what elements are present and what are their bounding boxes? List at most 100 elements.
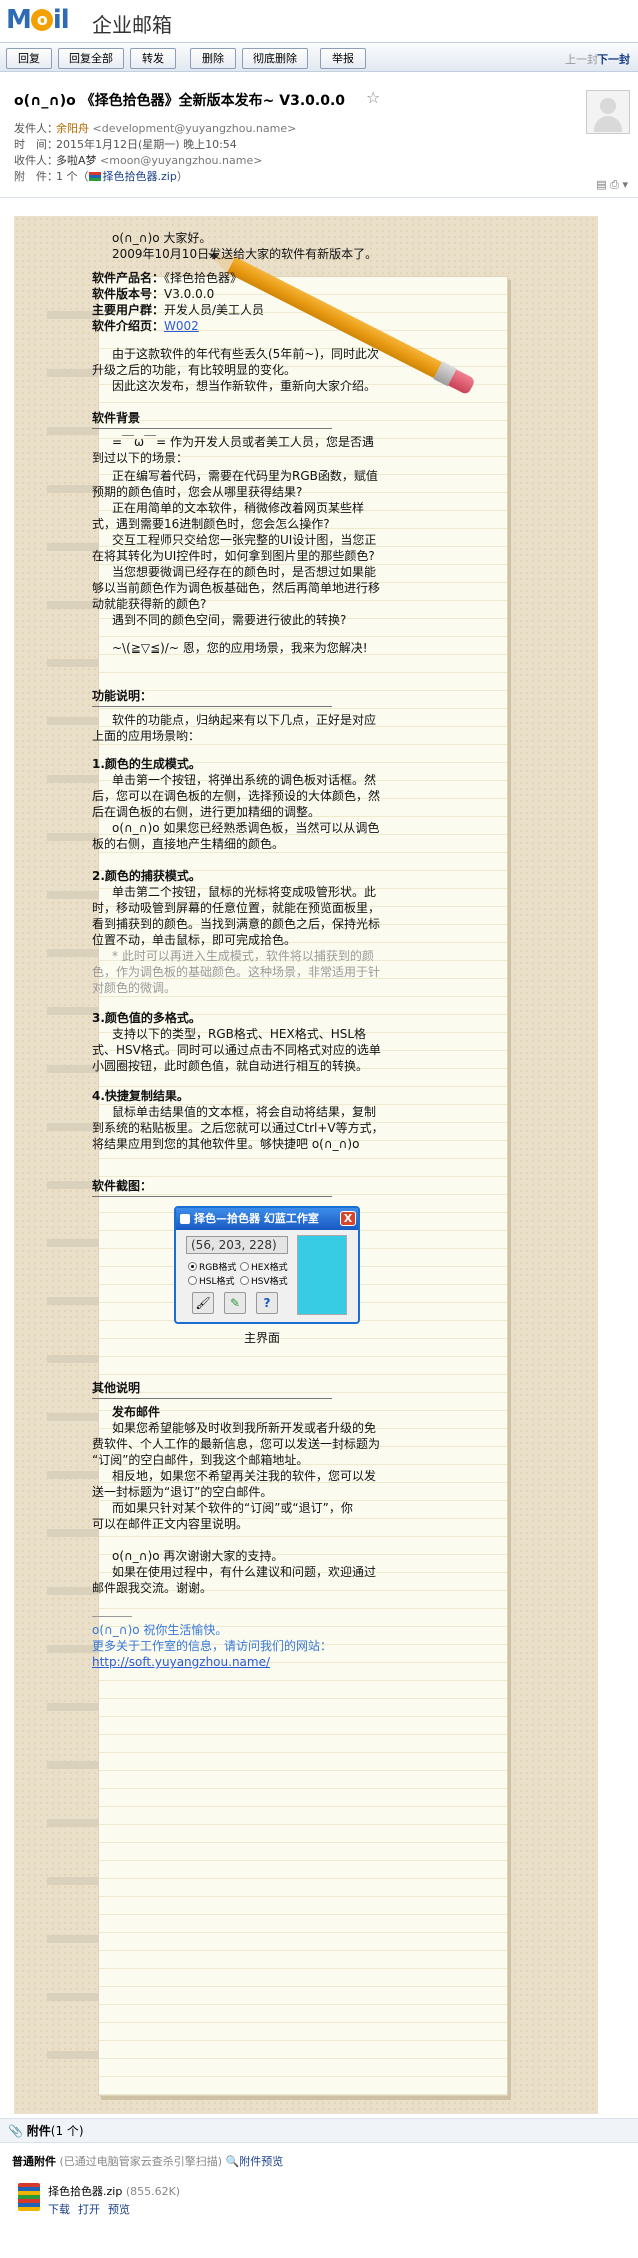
app-screenshot: 择色—拾色器 幻蓝工作室 X (56, 203, 228) RGB格式 HEX格… xyxy=(174,1206,360,1324)
from-row: 发件人：余阳舟 <development@yuyangzhou.name> xyxy=(14,120,296,136)
intro-page-link[interactable]: W002 xyxy=(164,319,199,333)
bg-line: 在将其转化为UI控件时，如何拿到图片里的那些颜色? xyxy=(92,549,375,563)
feature-1-line: o(∩_∩)o 如果您已经熟悉调色板，当然可以从调色 xyxy=(112,821,380,835)
next-mail-link[interactable]: 下一封 xyxy=(597,51,630,67)
attachment-link[interactable]: 择色拾色器.zip xyxy=(103,170,177,183)
publish-line: 如果您希望能够及时收到我所新开发或者升级的免 xyxy=(112,1421,377,1435)
signature-line: 更多关于工作室的信息，请访问我们的网站： xyxy=(92,1639,333,1653)
feature-1-heading: 1.颜色的生成模式。 xyxy=(92,757,201,771)
mail-toolbar: 回复 回复全部 转发 删除 彻底删除 举报 上一封 下一封 xyxy=(0,42,638,72)
info-name: 软件产品名：《择色拾色器》 xyxy=(92,271,243,285)
color-swatch xyxy=(297,1235,347,1315)
feature-3-line: 支持以下的类型，RGB格式、HEX格式、HSL格 xyxy=(112,1027,367,1041)
info-page: 软件介绍页：W002 xyxy=(92,319,199,333)
zip-icon xyxy=(88,172,101,181)
time-row: 时 间：2015年1月12日(星期一) 晚上10:54 xyxy=(14,136,237,152)
divider xyxy=(92,1398,332,1399)
download-link[interactable]: 下载 xyxy=(48,2203,70,2216)
open-link[interactable]: 打开 xyxy=(78,2203,100,2216)
feature-3-line: 小圆圈按钮，此时颜色值，就自动进行相互的转换。 xyxy=(92,1059,369,1073)
attachment-header: 📎 附件(1 个) xyxy=(0,2119,638,2143)
attachment-label: 附 件： xyxy=(14,170,58,183)
app-title: 择色—拾色器 幻蓝工作室 xyxy=(176,1208,358,1230)
divider xyxy=(92,706,332,707)
time-label: 时 间： xyxy=(14,138,58,151)
signature-divider xyxy=(92,1616,132,1617)
publish-line: 费软件、个人工作的最新信息，您可以发送一封标题为 xyxy=(92,1437,381,1451)
publish-line: 送一封标题为“退订”的空白邮件。 xyxy=(92,1485,273,1499)
prev-mail-link[interactable]: 上一封 xyxy=(565,51,598,67)
feature-1-line: 后在调色板的右侧，进行更加精细的调整。 xyxy=(92,805,321,819)
feature-4-line: 将结果应用到您的其他软件里。够快捷吧 o(∩_∩)o xyxy=(92,1137,360,1151)
color-value-box: (56, 203, 228) xyxy=(186,1236,288,1254)
to-row: 收件人：多啦A梦 <moon@yuyangzhou.name> xyxy=(14,152,262,168)
bg-line: 够以当前颜色作为调色板基础色，然后再简单地进行移 xyxy=(92,581,381,595)
star-icon[interactable]: ☆ xyxy=(366,88,380,107)
delete-button[interactable]: 删除 xyxy=(190,48,236,69)
publish-line: 相反地，如果您不希望再关注我的软件，您可以发 xyxy=(112,1469,377,1483)
feature-4-line: 鼠标单击结果值的文本框，将会自动将结果，复制 xyxy=(112,1105,377,1119)
feature-3-heading: 3.颜色值的多格式。 xyxy=(92,1011,201,1025)
help-icon: ? xyxy=(256,1292,278,1314)
screenshot-caption: 主界面 xyxy=(244,1331,281,1345)
bg-line: 式，遇到需要16进制颜色时，您会怎么操作? xyxy=(92,517,330,531)
search-icon: 🔍 xyxy=(225,2155,240,2168)
to-label: 收件人： xyxy=(14,154,58,167)
publish-line: 而如果只针对某个软件的“订阅”或“退订”，你 xyxy=(112,1501,353,1515)
feature-2-note: * 此时可以再进入生成模式，软件将以捕获到的颜 xyxy=(112,949,374,963)
feature-4-heading: 4.快捷复制结果。 xyxy=(92,1089,189,1103)
sender-address: <development@yuyangzhou.name> xyxy=(92,122,297,135)
screenshot-heading: 软件截图： xyxy=(92,1179,153,1193)
feature-2-line: 位置不动，单击鼠标，即可完成拾色。 xyxy=(92,933,297,947)
eyedropper-icon: ✎ xyxy=(224,1292,246,1314)
bg-line: ~\(≧▽≦)/~ 恩，您的应用场景，我来为您解决! xyxy=(112,641,368,655)
intro-line: 升级之后的功能，有比较明显的变化。 xyxy=(92,363,297,377)
bg-line: 当您想要微调已经存在的颜色时，是否想过如果能 xyxy=(112,565,377,579)
bg-line: 正在编写着代码，需要在代码里为RGB函数，赋值 xyxy=(112,469,378,483)
bg-line: 遇到不同的颜色空间，需要进行彼此的转换? xyxy=(112,613,347,627)
attachment-close: ） xyxy=(176,170,188,183)
feature-1-line: 板的右侧，直接地产生精细的颜色。 xyxy=(92,837,285,851)
recipient-address: <moon@yuyangzhou.name> xyxy=(100,154,263,167)
func-intro: 软件的功能点，归纳起来有以下几点，正好是对应 xyxy=(112,713,377,727)
info-users: 主要用户群：开发人员/美工人员 xyxy=(92,303,265,317)
logo: Mo il xyxy=(6,5,70,35)
intro-line: 由于这款软件的年代有些丢久(5年前~)，同时此次 xyxy=(112,347,380,361)
attachment-file: 择色拾色器.zip (855.62K) xyxy=(48,2185,181,2198)
mail-header: o(∩_∩)o 《择色拾色器》全新版本发布~ V3.0.0.0 ☆ 发件人：余阳… xyxy=(0,78,638,198)
feature-2-note: 对颜色的微调。 xyxy=(92,981,177,995)
note-icon[interactable]: ▤ xyxy=(596,178,606,191)
reply-all-button[interactable]: 回复全部 xyxy=(58,48,124,69)
feature-2-note: 色，作为调色板的基础颜色。这种场景，非常适用于针 xyxy=(92,965,381,979)
brand-bar: Mo il 企业邮箱 xyxy=(0,0,638,40)
feature-4-line: 到系统的粘贴板里。之后您就可以通过Ctrl+V等方式， xyxy=(92,1121,384,1135)
greeting-line2: 2009年10月10日发送给大家的软件有新版本了。 xyxy=(112,247,378,261)
preview-link[interactable]: 预览 xyxy=(108,2203,130,2216)
recipient-name[interactable]: 多啦A梦 xyxy=(56,154,97,167)
intro-line: 因此这次发布，想当作新软件，重新向大家介绍。 xyxy=(112,379,377,393)
logo-subtitle: 企业邮箱 xyxy=(92,13,172,37)
feature-2-line: 单击第二个按钮，鼠标的光标将变成吸管形状。此 xyxy=(112,885,377,899)
preview-all-link[interactable]: 🔍附件预览 xyxy=(226,2155,284,2168)
website-link[interactable]: http://soft.yuyangzhou.name/ xyxy=(92,1654,270,1671)
bg-line: 动就能获得新的颜色? xyxy=(92,597,207,611)
sender-name[interactable]: 余阳舟 xyxy=(56,122,89,135)
chevron-down-icon[interactable]: ▾ xyxy=(622,178,628,191)
print-icon[interactable]: ⎙ xyxy=(610,178,619,191)
header-tools: ▤ ⎙ ▾ xyxy=(596,178,628,192)
delete-permanent-button[interactable]: 彻底删除 xyxy=(242,48,308,69)
reply-button[interactable]: 回复 xyxy=(6,48,52,69)
bg-line: 交互工程师只交给您一张完整的UI设计图，当您正 xyxy=(112,533,377,547)
bg-line: 预期的颜色值时，您会从哪里获得结果? xyxy=(92,485,303,499)
report-button[interactable]: 举报 xyxy=(320,48,366,69)
bg-line: 到过以下的场景： xyxy=(92,451,189,465)
radio-rgb: RGB格式 xyxy=(188,1260,236,1273)
mail-frame: Mo il 企业邮箱 回复 回复全部 转发 删除 彻底删除 举报 上一封 下一封 … xyxy=(0,0,638,198)
feature-1-line: 后，您可以在调色板的左侧，选择预设的大体颜色，然 xyxy=(92,789,381,803)
feature-2-line: 时，移动吸管到屏幕的任意位置，就能在预览面板里， xyxy=(92,901,381,915)
background-heading: 软件背景 xyxy=(92,411,141,425)
mail-time: 2015年1月12日(星期一) 晚上10:54 xyxy=(56,138,237,151)
forward-button[interactable]: 转发 xyxy=(130,48,176,69)
other-heading: 其他说明 xyxy=(92,1381,141,1395)
thanks-line: 邮件跟我交流。谢谢。 xyxy=(92,1581,213,1595)
